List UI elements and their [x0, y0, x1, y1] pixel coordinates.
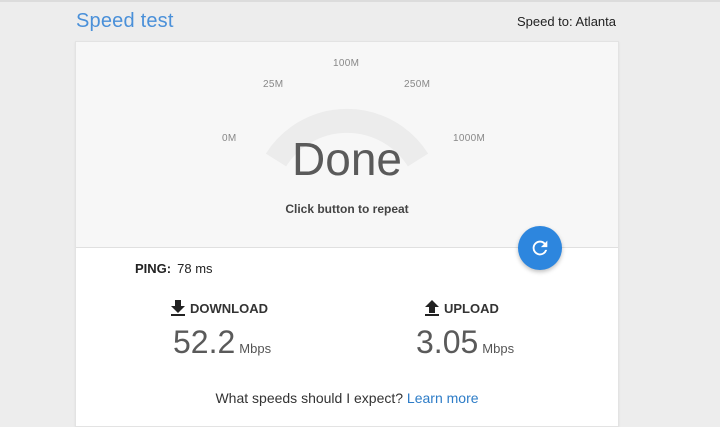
download-arrow-icon — [171, 300, 185, 316]
download-number: 52.2 — [173, 324, 236, 360]
refresh-icon — [532, 240, 548, 256]
download-unit: Mbps — [239, 341, 272, 356]
top-divider — [0, 0, 720, 2]
gauge-tick: 25M — [263, 79, 284, 90]
ping-value: 78 ms — [177, 261, 213, 276]
download-label-text: DOWNLOAD — [190, 300, 268, 316]
download-value: 52.2 Mbps — [173, 324, 271, 361]
footer-row: What speeds should I expect? Learn more — [76, 390, 618, 406]
gauge-tick: 100M — [333, 58, 360, 69]
server-location: Speed to: Atlanta — [516, 14, 616, 29]
upload-value: 3.05 Mbps — [416, 324, 514, 361]
gauge-tick: 250M — [404, 79, 431, 90]
learn-more-link[interactable]: Learn more — [407, 390, 479, 406]
gauge-hint: Click button to repeat — [285, 202, 409, 216]
upload-arrow-icon — [425, 300, 439, 316]
upload-unit: Mbps — [482, 341, 515, 356]
upload-label: UPLOAD — [425, 300, 499, 316]
upload-label-text: UPLOAD — [444, 300, 499, 316]
download-label: DOWNLOAD — [171, 300, 268, 316]
ping-row: PING: 78 ms — [135, 261, 213, 276]
ping-label: PING: — [135, 261, 172, 276]
footer-question: What speeds should I expect? — [215, 390, 404, 406]
gauge-panel: 0M 25M 100M 250M 1000M Done Click button… — [76, 42, 618, 248]
upload-number: 3.05 — [416, 324, 479, 360]
repeat-test-button[interactable] — [518, 226, 562, 270]
speed-test-card: 0M 25M 100M 250M 1000M Done Click button… — [75, 41, 619, 427]
page-title: Speed test — [76, 10, 174, 32]
gauge-status: Done — [292, 133, 402, 185]
